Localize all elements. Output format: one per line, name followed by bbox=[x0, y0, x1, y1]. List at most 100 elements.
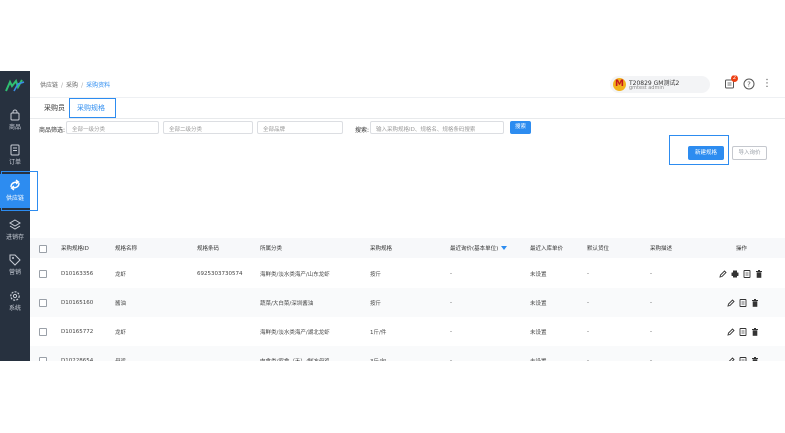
table-row: D10228654 母鸡 肉禽类/家禽（禾）/鲜冻母鸡 3斤/包 - 未设置 - - bbox=[30, 346, 785, 361]
cell-purchase-spec: 按斤 bbox=[370, 271, 382, 278]
more-menu-icon[interactable]: ⋮ bbox=[762, 78, 772, 90]
select-all-checkbox[interactable] bbox=[39, 245, 47, 253]
cell-spec-name: 龙虾 bbox=[115, 271, 127, 278]
level2-category-select[interactable]: 全部二级分类 bbox=[163, 121, 253, 134]
cell-category: 海鲜类/淡水类海产/山东龙虾 bbox=[260, 271, 330, 278]
row-checkbox[interactable] bbox=[39, 299, 47, 307]
sidebar-item-marketing[interactable]: 营销 bbox=[0, 254, 30, 288]
breadcrumb-current: 采购资料 bbox=[86, 82, 111, 89]
cell-last-price: 未设置 bbox=[530, 300, 547, 307]
highlight-frame bbox=[69, 98, 116, 118]
edit-icon[interactable] bbox=[727, 298, 735, 307]
cell-purchase-spec: 1斤/件 bbox=[370, 329, 387, 336]
edit-icon[interactable] bbox=[719, 269, 727, 278]
column-header: 采购描述 bbox=[650, 246, 673, 252]
highlight-frame bbox=[1, 171, 38, 211]
column-header: 所属分类 bbox=[260, 246, 283, 252]
svg-text:?: ? bbox=[747, 81, 751, 89]
row-actions bbox=[719, 259, 763, 288]
help-icon[interactable]: ? bbox=[743, 78, 755, 90]
sidebar-item-goods[interactable]: 商品 bbox=[0, 109, 30, 143]
gear-icon bbox=[10, 291, 20, 301]
sidebar-item-inventory[interactable]: 进销存 bbox=[0, 219, 30, 253]
document-icon[interactable] bbox=[743, 269, 751, 278]
new-spec-button[interactable]: 新建规格 bbox=[688, 146, 724, 160]
inventory-icon bbox=[9, 219, 21, 230]
row-checkbox[interactable] bbox=[39, 357, 47, 361]
search-button[interactable]: 搜索 bbox=[510, 121, 531, 134]
row-actions bbox=[727, 288, 759, 317]
column-header: 规格条码 bbox=[197, 246, 220, 252]
print-icon[interactable] bbox=[731, 270, 739, 278]
column-header: 规格名称 bbox=[115, 246, 138, 252]
cell-category: 蔬菜/大白菜/深圳酱油 bbox=[260, 300, 314, 307]
cell-last-price: 未设置 bbox=[530, 346, 547, 362]
cell-last-quote: - bbox=[450, 270, 452, 277]
delete-icon[interactable] bbox=[751, 327, 759, 336]
sort-icon[interactable] bbox=[501, 246, 508, 250]
cell-description: - bbox=[650, 357, 652, 362]
cell-last-price: 未设置 bbox=[530, 329, 547, 336]
cell-description: - bbox=[650, 328, 652, 335]
cell-spec-id: D10165160 bbox=[61, 299, 94, 306]
delete-icon[interactable] bbox=[751, 298, 759, 307]
brand-select[interactable]: 全部品牌 bbox=[257, 121, 343, 134]
edit-icon[interactable] bbox=[727, 356, 735, 361]
cell-purchase-spec: 3斤/包 bbox=[370, 346, 386, 362]
app-window: 商品 订单 供应链 进销存 营销 系统 供应链 / 采购 / 采购资料 M T2… bbox=[0, 71, 785, 361]
category-filter-label: 商品筛选: bbox=[39, 127, 66, 134]
column-header-sortable[interactable]: 最近询价(基本单位) bbox=[450, 238, 508, 258]
document-icon[interactable] bbox=[739, 356, 747, 361]
delete-icon[interactable] bbox=[755, 269, 763, 278]
cell-last-price: 未设置 bbox=[530, 271, 547, 278]
sidebar-item-system[interactable]: 系统 bbox=[0, 290, 30, 324]
breadcrumb-item[interactable]: 采购 bbox=[66, 82, 78, 89]
row-checkbox[interactable] bbox=[39, 328, 47, 336]
breadcrumb-item[interactable]: 供应链 bbox=[40, 82, 58, 89]
cell-spec-name: 龙虾 bbox=[115, 329, 127, 336]
level1-category-select[interactable]: 全部一级分类 bbox=[66, 121, 159, 134]
cell-category: 海鲜类/淡水类海产/湖北龙虾 bbox=[260, 329, 330, 336]
cell-description: - bbox=[650, 270, 652, 277]
tag-icon bbox=[9, 254, 21, 266]
column-header: 默认货位 bbox=[587, 246, 610, 252]
notification-badge: 2 bbox=[731, 75, 738, 82]
sidebar-item-label: 进销存 bbox=[5, 234, 24, 241]
table-header: 采购规格ID 规格名称 规格条码 所属分类 采购规格 最近询价(基本单位) 最近… bbox=[30, 238, 785, 258]
search-input[interactable]: 输入采购规格ID、规格名、规格条码搜索 bbox=[370, 121, 504, 134]
column-header: 采购规格ID bbox=[61, 246, 89, 252]
cell-purchase-spec: 按斤 bbox=[370, 300, 382, 307]
delete-icon[interactable] bbox=[751, 356, 759, 361]
import-quote-button[interactable]: 导入询价 bbox=[732, 146, 767, 160]
row-checkbox[interactable] bbox=[39, 270, 47, 278]
bag-icon bbox=[10, 109, 20, 121]
column-header: 最近入库单价 bbox=[530, 246, 564, 252]
column-header: 操作 bbox=[736, 246, 748, 252]
table-row: D10165772 龙虾 海鲜类/淡水类海产/湖北龙虾 1斤/件 - 未设置 - - bbox=[30, 317, 785, 347]
edit-icon[interactable] bbox=[727, 327, 735, 336]
document-icon[interactable] bbox=[739, 327, 747, 336]
sidebar: 商品 订单 供应链 进销存 营销 系统 bbox=[0, 71, 30, 361]
cell-location: - bbox=[587, 328, 589, 335]
table-row: D10163356 龙虾 6925303730574 海鲜类/淡水类海产/山东龙虾 按斤… bbox=[30, 259, 785, 289]
cell-spec-id: D10228654 bbox=[61, 357, 94, 362]
column-header: 采购规格 bbox=[370, 246, 393, 252]
brand-logo bbox=[5, 79, 25, 92]
breadcrumb: 供应链 / 采购 / 采购资料 bbox=[40, 82, 111, 89]
tab-buyer[interactable]: 采购员 bbox=[44, 103, 65, 113]
top-bar: 供应链 / 采购 / 采购资料 M T20829 GM测试2 gmtest admin … bbox=[30, 71, 785, 98]
cell-location: - bbox=[587, 357, 589, 362]
user-menu[interactable]: M T20829 GM测试2 gmtest admin bbox=[610, 76, 710, 93]
order-icon bbox=[10, 144, 20, 156]
user-role: gmtest admin bbox=[629, 85, 664, 91]
cell-spec-name: 母鸡 bbox=[115, 346, 126, 362]
cell-description: - bbox=[650, 299, 652, 306]
document-icon[interactable] bbox=[739, 298, 747, 307]
sidebar-item-label: 营销 bbox=[8, 269, 21, 276]
cell-location: - bbox=[587, 299, 589, 306]
cell-spec-id: D10163356 bbox=[61, 270, 94, 277]
cell-barcode: 6925303730574 bbox=[197, 270, 243, 277]
row-actions bbox=[727, 317, 759, 346]
search-label: 搜索: bbox=[355, 127, 370, 134]
row-actions bbox=[727, 346, 759, 361]
